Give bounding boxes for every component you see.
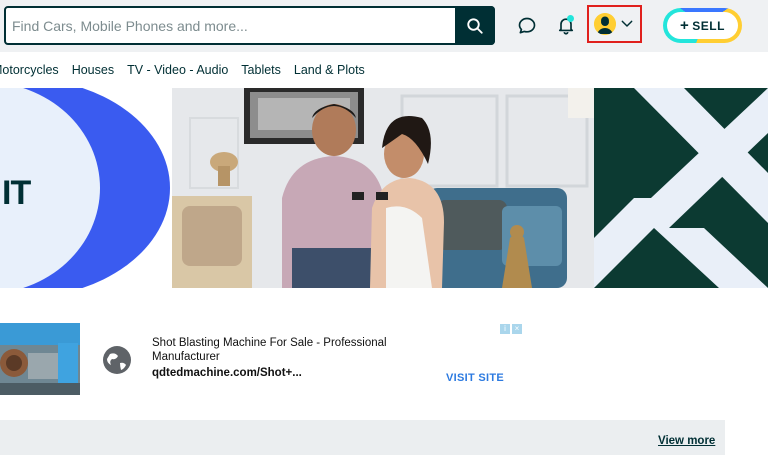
notification-dot [567, 15, 574, 22]
search-input[interactable] [6, 8, 493, 43]
avatar [594, 13, 616, 35]
category-tablets[interactable]: Tablets [241, 63, 281, 77]
visit-site-button[interactable]: VISIT SITE [446, 372, 504, 384]
profile-menu[interactable] [587, 5, 642, 43]
banner-right-panel [594, 88, 768, 288]
search-icon [467, 17, 483, 34]
search-bar [4, 6, 495, 45]
plus-icon: + [680, 17, 690, 34]
chat-button[interactable] [514, 14, 540, 38]
category-nav: Motorcycles Houses TV - Video - Audio Ta… [0, 52, 760, 88]
banner-text: IT [2, 174, 31, 212]
sell-label: SELL [692, 18, 725, 33]
category-houses[interactable]: Houses [72, 63, 114, 77]
ad-image[interactable] [0, 323, 80, 395]
globe-icon [102, 345, 132, 375]
sell-button[interactable]: + SELL [663, 8, 742, 43]
view-more-link[interactable]: View more [658, 435, 715, 447]
ad-info-icon[interactable]: i [500, 324, 510, 334]
search-button[interactable] [455, 6, 495, 45]
notifications-button[interactable] [553, 12, 579, 38]
chat-icon [518, 17, 536, 34]
ad-url[interactable]: qdtedmachine.com/Shot+... [152, 367, 302, 379]
listing-section-header [0, 420, 725, 455]
banner-left-panel: IT [0, 88, 172, 288]
chevron-down-icon [621, 20, 633, 27]
banner-photo [172, 88, 594, 288]
category-land-plots[interactable]: Land & Plots [294, 63, 365, 77]
category-motorcycles[interactable]: Motorcycles [0, 63, 59, 77]
category-tv-video-audio[interactable]: TV - Video - Audio [127, 63, 228, 77]
hero-banner[interactable]: IT [0, 88, 768, 288]
ad-title[interactable]: Shot Blasting Machine For Sale - Profess… [152, 336, 402, 364]
ad-choices[interactable]: i × [500, 324, 522, 334]
ad-close-icon[interactable]: × [512, 324, 522, 334]
